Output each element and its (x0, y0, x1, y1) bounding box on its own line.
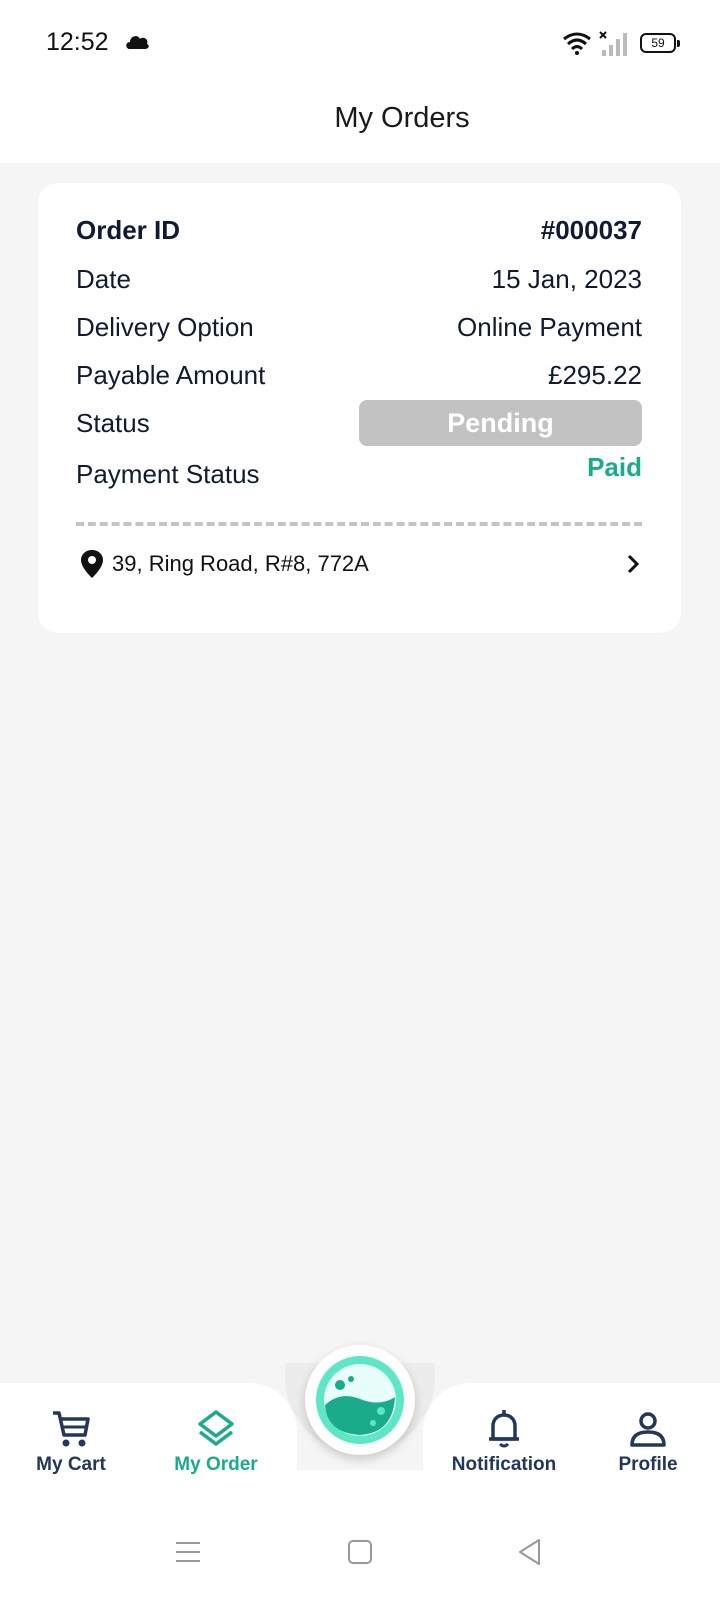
payment-status-value: Paid (587, 451, 642, 482)
user-icon (630, 1412, 666, 1447)
center-home-button[interactable] (305, 1345, 415, 1455)
order-card[interactable]: Order ID #000037 Date 15 Jan, 2023 Deliv… (38, 183, 681, 633)
payment-status-row: Payment Status Paid (76, 447, 642, 489)
payable-amount-label: Payable Amount (76, 359, 266, 390)
date-value: 15 Jan, 2023 (491, 263, 642, 294)
home-square-icon[interactable] (345, 1537, 375, 1567)
nav-notification[interactable]: Notification (434, 1408, 574, 1488)
order-id-label: Order ID (76, 214, 181, 245)
cloud-icon (126, 36, 149, 49)
status-time: 12:52 (46, 28, 109, 56)
chevron-right-icon[interactable] (624, 553, 642, 575)
order-id-value: #000037 (540, 214, 642, 245)
order-date-row: Date 15 Jan, 2023 (76, 259, 642, 299)
app-header: My Orders (0, 88, 720, 163)
menu-icon[interactable] (173, 1537, 203, 1567)
address-text: 39, Ring Road, R#8, 772A (112, 551, 369, 576)
delivery-option-value: Online Payment (457, 311, 642, 342)
laundry-logo-icon (316, 1356, 404, 1444)
bell-icon (489, 1410, 519, 1448)
nav-label-my-order: My Order (174, 1454, 258, 1475)
wifi-icon (563, 32, 591, 55)
payable-amount-row: Payable Amount £295.22 (76, 355, 642, 395)
status-bar: 12:52 59 (0, 0, 720, 88)
delivery-option-row: Delivery Option Online Payment (76, 307, 642, 347)
order-id-row: Order ID #000037 (76, 210, 642, 250)
delivery-option-label: Delivery Option (76, 311, 254, 342)
location-pin-icon (81, 550, 103, 578)
payable-amount-value: £295.22 (548, 359, 642, 390)
nav-profile[interactable]: Profile (578, 1408, 718, 1488)
nav-my-cart[interactable]: My Cart (1, 1408, 141, 1488)
back-triangle-icon[interactable] (515, 1537, 545, 1567)
nav-label-profile: Profile (618, 1454, 678, 1475)
signal-icon (599, 31, 627, 56)
payment-status-label: Payment Status (76, 458, 260, 489)
nav-label-notification: Notification (451, 1454, 557, 1475)
cart-icon (53, 1411, 90, 1447)
status-label: Status (76, 407, 150, 438)
page-title: My Orders (334, 102, 470, 134)
status-row: Status Pending (76, 400, 642, 446)
date-label: Date (76, 263, 131, 294)
status-badge: Pending (359, 400, 642, 446)
address-row[interactable]: 39, Ring Road, R#8, 772A (80, 546, 642, 582)
nav-label-my-cart: My Cart (36, 1454, 106, 1475)
nav-my-order[interactable]: My Order (146, 1408, 286, 1488)
dashed-divider (76, 522, 642, 526)
battery-icon: 59 (640, 33, 680, 53)
system-nav-bar (0, 1500, 720, 1600)
layers-icon (198, 1410, 234, 1446)
